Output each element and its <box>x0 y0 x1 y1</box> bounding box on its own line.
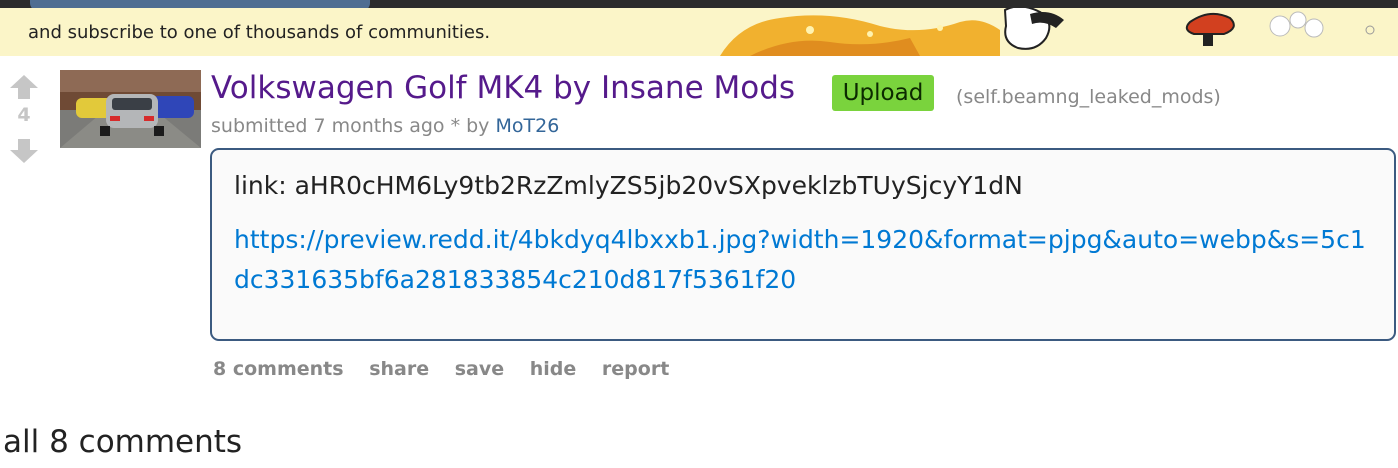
report-button[interactable]: report <box>602 358 669 380</box>
tagline-submitted-text: submitted 7 months ago * by <box>211 115 490 137</box>
hide-button[interactable]: hide <box>530 358 577 380</box>
author-link[interactable]: MoT26 <box>495 115 559 137</box>
post-action-buttons: 8 comments share save hide report <box>213 358 688 380</box>
self-text-line: link: aHR0cHM6Ly9tb2RzZmlyZS5jb20vSXpvek… <box>234 171 1023 200</box>
vote-column: 4 <box>8 74 40 166</box>
banner-illustration <box>720 8 1398 56</box>
self-text-link[interactable]: https://preview.redd.it/4bkdyq4lbxxb1.jp… <box>234 220 1372 300</box>
post-tagline: submitted 7 months ago * by MoT26 <box>211 115 559 137</box>
link-flair-badge: Upload <box>832 75 934 111</box>
self-text-box: link: aHR0cHM6Ly9tb2RzZmlyZS5jb20vSXpvek… <box>210 148 1396 341</box>
domain-link[interactable]: self.beamng_leaked_mods <box>963 86 1213 108</box>
post-score: 4 <box>17 104 31 126</box>
thumbnail-image <box>60 70 201 148</box>
save-button[interactable]: save <box>455 358 504 380</box>
post-title-link[interactable]: Volkswagen Golf MK4 by Insane Mods <box>211 70 795 106</box>
post-thumbnail[interactable] <box>60 70 201 148</box>
banner-text: and subscribe to one of thousands of com… <box>28 22 491 43</box>
downvote-arrow-icon[interactable] <box>8 138 40 164</box>
comments-button[interactable]: 8 comments <box>213 358 344 380</box>
upvote-arrow-icon[interactable] <box>8 74 40 100</box>
comments-header: all 8 comments <box>3 424 243 460</box>
post-domain: (self.beamng_leaked_mods) <box>956 86 1221 108</box>
subscribe-banner: and subscribe to one of thousands of com… <box>0 8 1398 56</box>
share-button[interactable]: share <box>369 358 429 380</box>
